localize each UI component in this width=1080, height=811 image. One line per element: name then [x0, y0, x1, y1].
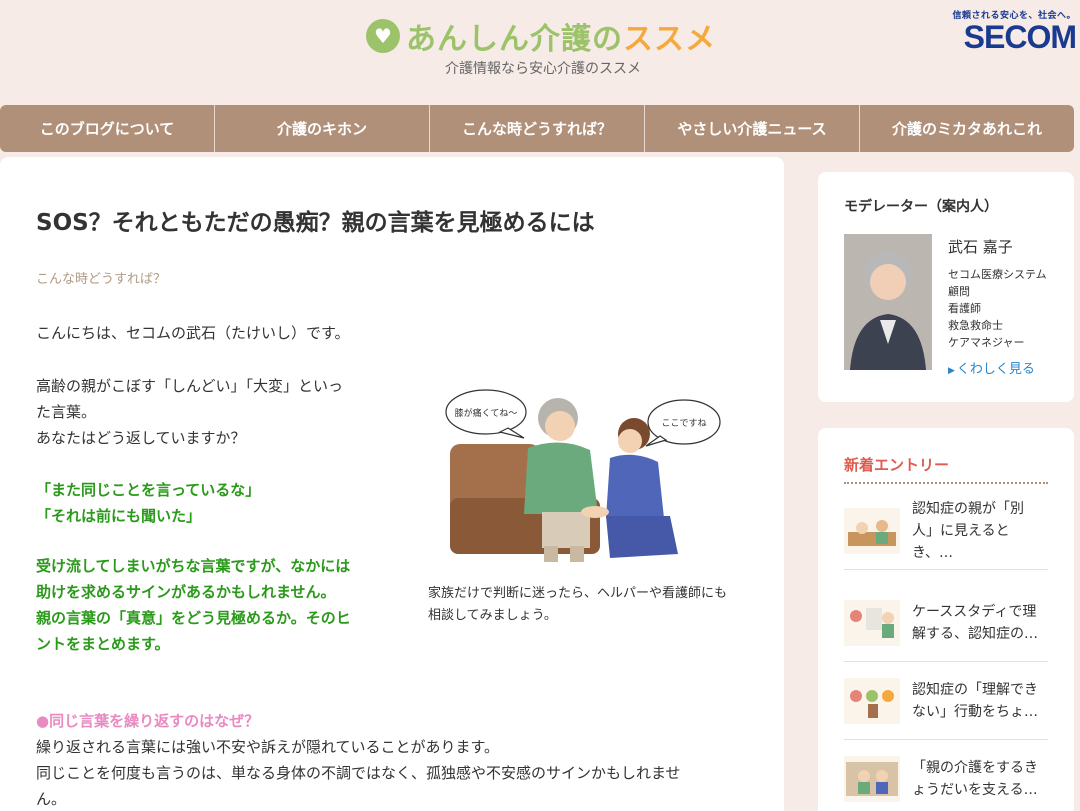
moderator-title: モデレーター（案内人）: [844, 199, 998, 215]
new-entries-title: 新着エントリー: [844, 456, 950, 474]
article-emphasis: 受け流してしまいがちな言葉ですが、なかには 助けを求めるサインがあるかもしれませ…: [36, 557, 351, 653]
nav-item-basics[interactable]: 介護のキホン: [215, 105, 430, 152]
helper-hands: [581, 506, 609, 518]
section-heading: ●同じ言葉を繰り返すのはなぜ？: [36, 712, 260, 730]
triangle-right-icon: ▶: [948, 366, 955, 376]
elderly-leg: [544, 546, 558, 562]
moderator-photo: [844, 234, 932, 370]
site-logo[interactable]: あんしん介護のススメ: [366, 14, 716, 58]
article-title: SOS？それともただの愚痴？親の言葉を見極めるには: [36, 210, 595, 236]
secom-wordmark: SECOM: [963, 19, 1077, 55]
site-tagline: 介護情報なら安心介護のススメ: [445, 61, 641, 77]
bubble-right-text: ここですね: [661, 418, 706, 429]
helper-shirt: [606, 454, 664, 518]
dotted-divider: [844, 482, 1048, 484]
entry-thumbnail: [844, 677, 900, 724]
moderator-role: 顧問: [948, 285, 970, 298]
moderator-role: セコム医療システム: [948, 268, 1047, 281]
elderly-leg: [570, 546, 584, 562]
moderator-portrait: [844, 234, 932, 370]
article-quotes: 「また同じことを言っているな」 「それは前にも聞いた」: [36, 481, 261, 525]
entry-item[interactable]: 「親の介護をするき ょうだいを支える…: [844, 740, 1048, 811]
heart-icon: [366, 19, 400, 53]
logo-text: あんしん介護のススメ: [406, 22, 716, 57]
entry-thumbnail: [844, 599, 900, 646]
main-nav: このブログについて 介護のキホン こんな時どうすれば？ やさしい介護ニュース 介…: [0, 105, 1074, 152]
helper-pants: [606, 516, 678, 558]
moderator-card: モデレーター（案内人） 武石 嘉子 セコム医療システム 顧問 看護師 救急救命士…: [818, 172, 1074, 402]
article-category[interactable]: こんな時どうすれば？: [36, 268, 166, 287]
bubble-left-text: 膝が痛くてね〜: [455, 407, 518, 419]
illustration-caption: 家族だけで判断に迷ったら、ヘルパーや看護師にも 相談してみましょう。: [428, 586, 728, 623]
moderator-role: ケアマネジャー: [948, 336, 1025, 349]
entry-item[interactable]: 認知症の「理解でき ない」行動をちょ…: [844, 662, 1048, 740]
secom-logo[interactable]: 信頼される安心を、社会へ。 SECOM: [952, 8, 1077, 55]
moderator-role: 救急救命士: [948, 319, 1003, 332]
nav-item-news[interactable]: やさしい介護ニュース: [645, 105, 860, 152]
entry-thumbnail: [844, 507, 900, 554]
nav-item-howto[interactable]: こんな時どうすれば？: [430, 105, 645, 152]
article-intro: 高齢の親がこぼす「しんどい」「大変」といっ た言葉。 あなたはどう返していますか…: [36, 377, 344, 447]
elderly-cardigan: [524, 442, 598, 514]
article-body: 繰り返される言葉には強い不安や訴えが隠れていることがあります。 同じことを何度も…: [36, 738, 681, 808]
elderly-skirt: [542, 512, 590, 548]
entry-thumbnail: [844, 756, 900, 802]
new-entries-card: 新着エントリー 認知症の親が「別 人」に見えると き、… ケーススタディで理 解…: [818, 428, 1074, 811]
article-greeting: こんにちは、セコムの武石（たけいし）です。: [36, 324, 350, 342]
moderator-name: 武石 嘉子: [948, 238, 1013, 256]
nav-item-about[interactable]: このブログについて: [0, 105, 215, 152]
moderator-role: 看護師: [948, 302, 981, 315]
care-illustration: 膝が痛くてね〜 ここですね: [445, 389, 721, 562]
helper-face: [618, 429, 642, 453]
moderator-more-link[interactable]: ▶ くわしく見る: [948, 358, 1035, 377]
entry-item[interactable]: 認知症の親が「別 人」に見えると き、…: [844, 492, 1048, 570]
entry-item[interactable]: ケーススタディで理 解する、認知症の…: [844, 584, 1048, 662]
nav-item-tips[interactable]: 介護のミカタあれこれ: [860, 105, 1074, 152]
elderly-face: [545, 411, 575, 441]
